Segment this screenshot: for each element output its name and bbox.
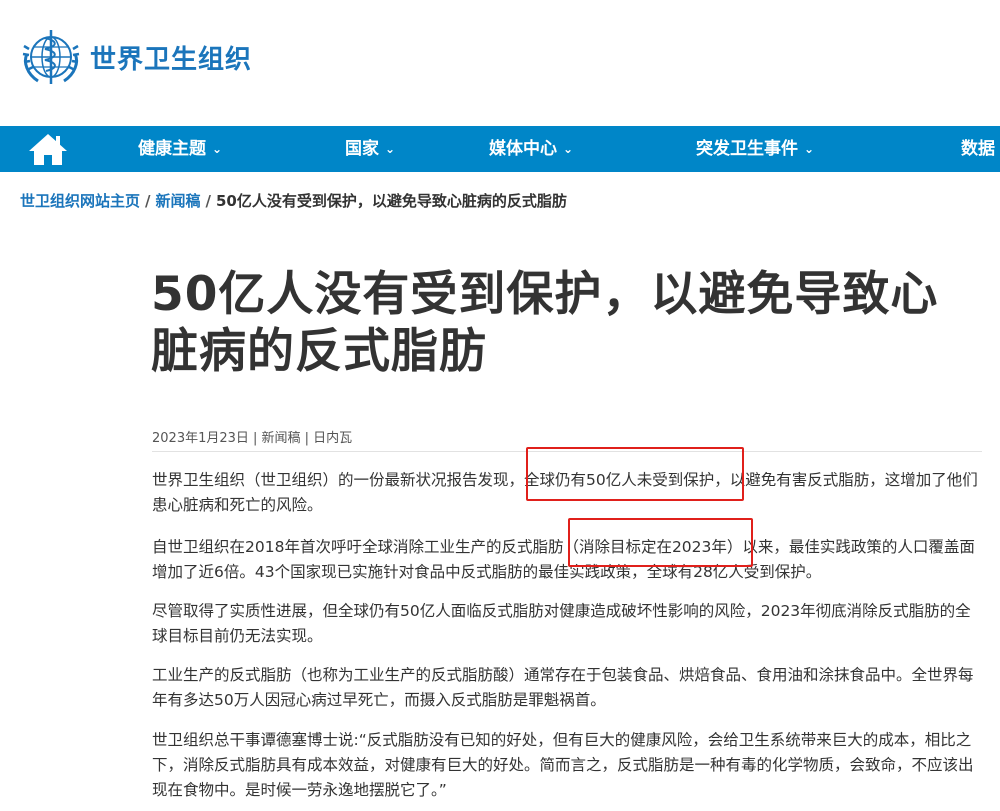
chevron-down-icon: ⌄ xyxy=(385,142,396,156)
who-emblem-icon xyxy=(22,30,80,84)
nav-item-media-centre[interactable]: 媒体中心 ⌄ xyxy=(489,126,573,172)
breadcrumb-separator: / xyxy=(205,192,211,210)
breadcrumb-news-link[interactable]: 新闻稿 xyxy=(156,192,201,210)
chevron-down-icon: ⌄ xyxy=(212,142,223,156)
nav-item-label: 数据 xyxy=(961,139,995,159)
article-paragraph: 世卫组织总干事谭德塞博士说:“反式脂肪没有已知的好处，但有巨大的健康风险，会给卫… xyxy=(152,731,974,799)
page-title: 50亿人没有受到保护，以避免导致心脏病的反式脂肪 xyxy=(151,267,939,379)
nav-item-health-topics[interactable]: 健康主题 ⌄ xyxy=(138,126,222,172)
nav-item-countries[interactable]: 国家 ⌄ xyxy=(345,126,395,172)
main-nav: 健康主题 ⌄ 国家 ⌄ 媒体中心 ⌄ 突发卫生事件 ⌄ 数据 xyxy=(0,126,1000,172)
nav-item-data[interactable]: 数据 xyxy=(961,126,995,172)
divider xyxy=(152,451,982,452)
article-paragraph: 世界卫生组织（世卫组织）的一份最新状况报告发现，全球仍有50亿人未受到保护，以避… xyxy=(152,471,978,514)
nav-item-label: 健康主题 xyxy=(138,139,206,159)
article-paragraph: 自世卫组织在2018年首次呼吁全球消除工业生产的反式脂肪（消除目标定在2023年… xyxy=(152,538,975,581)
article-meta: 2023年1月23日 | 新闻稿 | 日内瓦 xyxy=(152,431,353,446)
breadcrumb-separator: / xyxy=(145,192,151,210)
breadcrumb: 世卫组织网站主页 / 新闻稿/50亿人没有受到保护，以避免导致心脏病的反式脂肪 xyxy=(20,190,567,211)
home-icon[interactable] xyxy=(28,132,68,166)
nav-item-label: 国家 xyxy=(345,139,379,159)
logo-text: 世界卫生组织 xyxy=(90,44,253,75)
chevron-down-icon: ⌄ xyxy=(804,142,815,156)
breadcrumb-current: 50亿人没有受到保护，以避免导致心脏病的反式脂肪 xyxy=(216,192,567,210)
breadcrumb-home-link[interactable]: 世卫组织网站主页 xyxy=(20,192,140,210)
chevron-down-icon: ⌄ xyxy=(563,142,574,156)
site-logo[interactable]: 世界卫生组织 xyxy=(18,24,252,90)
site-header: 世界卫生组织 xyxy=(0,0,1000,126)
article-paragraph: 工业生产的反式脂肪（也称为工业生产的反式脂肪酸）通常存在于包装食品、烘焙食品、食… xyxy=(152,666,974,709)
nav-item-emergencies[interactable]: 突发卫生事件 ⌄ xyxy=(696,126,814,172)
article-paragraph: 尽管取得了实质性进展，但全球仍有50亿人面临反式脂肪对健康造成破坏性影响的风险，… xyxy=(152,602,971,645)
nav-item-label: 媒体中心 xyxy=(489,139,557,159)
nav-item-label: 突发卫生事件 xyxy=(696,139,798,159)
